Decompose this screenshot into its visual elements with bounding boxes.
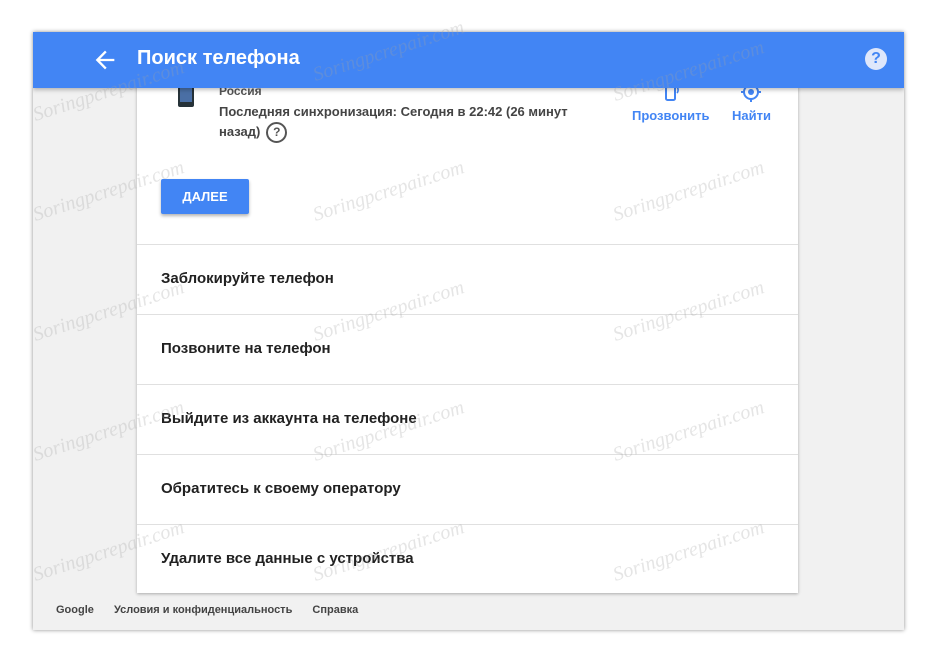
options-list: Заблокируйте телефон Позвоните на телефо… <box>137 244 798 594</box>
option-erase-device[interactable]: Удалите все данные с устройства <box>137 524 798 594</box>
device-card: Россия Последняя синхронизация: Сегодня … <box>137 32 798 593</box>
question-icon[interactable]: ? <box>266 122 288 144</box>
top-app-bar: Поиск телефона ? <box>33 32 904 88</box>
option-label: Заблокируйте телефон <box>161 270 334 287</box>
locate-label: Найти <box>732 108 771 123</box>
option-label: Позвоните на телефон <box>161 340 331 357</box>
ring-label: Прозвонить <box>632 108 710 123</box>
footer-link-terms[interactable]: Условия и конфиденциальность <box>114 604 292 616</box>
footer-link-help[interactable]: Справка <box>312 604 358 616</box>
app-window: Поиск телефона ? Россия Последняя синхро… <box>33 32 904 630</box>
last-sync-text: Последняя синхронизация: Сегодня в 22:42… <box>219 102 594 144</box>
option-lock-phone[interactable]: Заблокируйте телефон <box>137 244 798 314</box>
footer: Google Условия и конфиденциальность Спра… <box>56 604 375 616</box>
option-label: Выйдите из аккаунта на телефоне <box>161 410 417 427</box>
footer-link-google[interactable]: Google <box>56 604 94 616</box>
help-icon[interactable]: ? <box>865 48 887 70</box>
back-button[interactable] <box>91 46 119 74</box>
next-button[interactable]: ДАЛЕЕ <box>161 179 249 214</box>
option-contact-carrier[interactable]: Обратитесь к своему оператору <box>137 454 798 524</box>
arrow-left-icon <box>95 50 115 70</box>
option-sign-out[interactable]: Выйдите из аккаунта на телефоне <box>137 384 798 454</box>
option-label: Удалите все данные с устройства <box>161 550 414 567</box>
option-call-phone[interactable]: Позвоните на телефон <box>137 314 798 384</box>
page-title: Поиск телефона <box>137 47 300 69</box>
option-label: Обратитесь к своему оператору <box>161 480 401 497</box>
